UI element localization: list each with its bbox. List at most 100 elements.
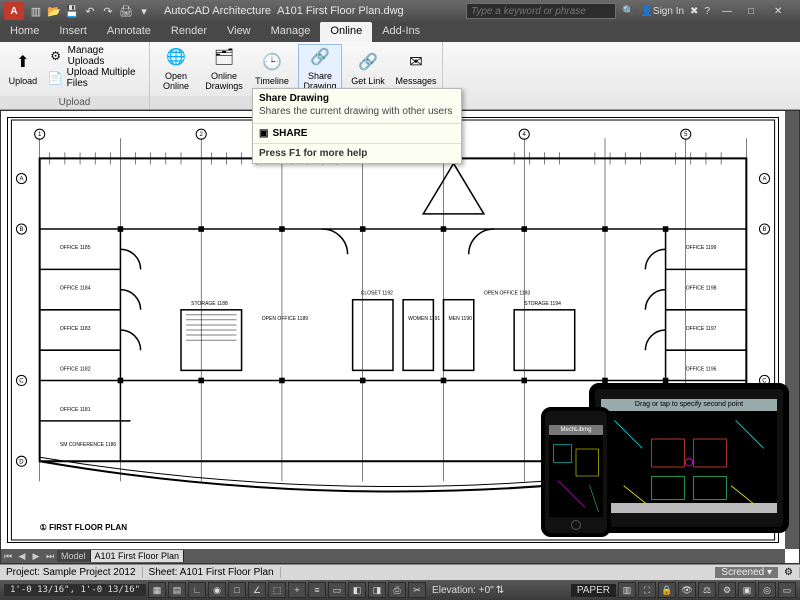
model-tab[interactable]: Model — [57, 550, 91, 562]
globe-icon: 🌐 — [164, 45, 188, 69]
tab-first-icon[interactable]: ⏮ — [1, 551, 15, 562]
status-maximize-icon[interactable]: ⛶ — [638, 582, 656, 598]
am-toggle[interactable]: ◨ — [368, 582, 386, 598]
svg-text:OPEN OFFICE 1189: OPEN OFFICE 1189 — [262, 316, 309, 322]
layout-tab[interactable]: A101 First Floor Plan — [91, 550, 185, 562]
status-annoscale-icon[interactable]: 👁 — [678, 582, 696, 598]
status-scale-icon[interactable]: ⚖ — [698, 582, 716, 598]
elevation-stepper[interactable]: ⇅ — [496, 585, 504, 596]
close-button[interactable]: ✕ — [774, 6, 794, 17]
phone-title: MechLibmg — [549, 425, 603, 435]
open-online-button[interactable]: 🌐Open Online — [154, 44, 198, 92]
help-icon[interactable]: ? — [704, 6, 710, 17]
grid-toggle[interactable]: ▤ — [168, 582, 186, 598]
tab-manage[interactable]: Manage — [261, 22, 321, 42]
drawing-canvas[interactable]: 1 2 3 4 5 — [0, 110, 800, 564]
polar-toggle[interactable]: ◉ — [208, 582, 226, 598]
svg-text:C: C — [19, 378, 24, 384]
share-drawing-button[interactable]: 🔗Share Drawing — [298, 44, 342, 92]
qat-new-icon[interactable]: ▥ — [28, 3, 44, 19]
svg-text:WOMEN 1191: WOMEN 1191 — [408, 316, 440, 322]
ortho-toggle[interactable]: ∟ — [188, 582, 206, 598]
svg-text:OFFICE 1185: OFFICE 1185 — [60, 245, 91, 251]
lwt-toggle[interactable]: ≡ — [308, 582, 326, 598]
screened-indicator[interactable]: Screened ▾ — [715, 567, 778, 578]
qat-open-icon[interactable]: 📂 — [46, 3, 62, 19]
status-hardware-icon[interactable]: ▣ — [738, 582, 756, 598]
tab-last-icon[interactable]: ⏭ — [43, 551, 57, 562]
otrack-toggle[interactable]: ∠ — [248, 582, 266, 598]
signin-button[interactable]: 👤 Sign In — [640, 6, 684, 17]
svg-text:STORAGE 1188: STORAGE 1188 — [191, 301, 228, 307]
osnap-toggle[interactable]: □ — [228, 582, 246, 598]
tab-online[interactable]: Online — [320, 22, 372, 42]
horizontal-scrollbar[interactable]: ⏮ ◀ ▶ ⏭ Model A101 First Floor Plan — [1, 549, 785, 563]
svg-text:OPEN OFFICE 1193: OPEN OFFICE 1193 — [484, 291, 531, 297]
dyn-toggle[interactable]: + — [288, 582, 306, 598]
qat-more-icon[interactable]: ▾ — [136, 3, 152, 19]
online-drawings-button[interactable]: 🗂Online Drawings — [202, 44, 246, 92]
status-extra-icon[interactable]: ⚙ — [778, 567, 800, 578]
svg-text:D: D — [19, 459, 24, 465]
qat-save-icon[interactable]: 💾 — [64, 3, 80, 19]
qat-redo-icon[interactable]: ↷ — [100, 3, 116, 19]
help-search-input[interactable] — [466, 3, 616, 19]
tooltip-command: ▣SHARE — [253, 124, 461, 143]
tab-prev-icon[interactable]: ◀ — [15, 551, 29, 562]
tooltip-title: Share Drawing — [253, 89, 461, 104]
cut-plane-toggle[interactable]: ✂ — [408, 582, 426, 598]
app-logo[interactable]: A — [4, 2, 24, 20]
messages-button[interactable]: ✉Messages — [394, 44, 438, 92]
svg-text:OFFICE 1198: OFFICE 1198 — [686, 286, 717, 292]
ribbon-tabs: Home Insert Annotate Render View Manage … — [0, 22, 800, 42]
svg-text:OFFICE 1184: OFFICE 1184 — [60, 286, 91, 292]
status-lock-icon[interactable]: 🔒 — [658, 582, 676, 598]
minimize-button[interactable]: — — [722, 6, 742, 17]
tab-next-icon[interactable]: ▶ — [29, 551, 43, 562]
svg-text:OFFICE 1196: OFFICE 1196 — [686, 366, 717, 372]
manage-uploads-button[interactable]: ⚙ Manage Uploads — [46, 46, 145, 66]
maximize-button[interactable]: □ — [748, 6, 768, 17]
tab-render[interactable]: Render — [161, 22, 217, 42]
gear-icon: ⚙ — [48, 48, 64, 64]
svg-text:OFFICE 1199: OFFICE 1199 — [686, 245, 717, 251]
qat-print-icon[interactable]: 🖨 — [118, 3, 134, 19]
qp-toggle[interactable]: ▭ — [328, 582, 346, 598]
coordinates-readout: 1'-0 13/16", 1'-0 13/16" — [4, 584, 146, 596]
svg-text:CLOSET 1192: CLOSET 1192 — [361, 291, 393, 297]
status-workspace-icon[interactable]: ⚙ — [718, 582, 736, 598]
sc-toggle[interactable]: ◧ — [348, 582, 366, 598]
svg-text:A: A — [762, 177, 767, 183]
tab-home[interactable]: Home — [0, 22, 49, 42]
upload-multiple-button[interactable]: 📄 Upload Multiple Files — [46, 68, 145, 88]
status-isolate-icon[interactable]: ◎ — [758, 582, 776, 598]
ducs-toggle[interactable]: ⬚ — [268, 582, 286, 598]
svg-text:OFFICE 1197: OFFICE 1197 — [686, 326, 717, 332]
get-link-button[interactable]: 🔗Get Link — [346, 44, 390, 92]
tab-insert[interactable]: Insert — [49, 22, 97, 42]
sheet-cell: Sheet: A101 First Floor Plan — [143, 567, 281, 578]
tab-view[interactable]: View — [217, 22, 261, 42]
status-layout-icon[interactable]: ▥ — [618, 582, 636, 598]
tab-addins[interactable]: Add-Ins — [372, 22, 430, 42]
tooltip-share-drawing: Share Drawing Shares the current drawing… — [252, 88, 462, 164]
phone-mockup: MechLibmg — [541, 407, 611, 537]
title-bar: A ▥ 📂 💾 ↶ ↷ 🖨 ▾ AutoCAD Architecture A10… — [0, 0, 800, 22]
svg-text:B: B — [19, 227, 23, 233]
timeline-button[interactable]: 🕒Timeline — [250, 44, 294, 92]
svg-text:OFFICE 1183: OFFICE 1183 — [60, 326, 91, 332]
tr-toggle[interactable]: ⎙ — [388, 582, 406, 598]
upload-icon: ⬆ — [11, 50, 35, 74]
svg-text:A: A — [19, 177, 24, 183]
status-clean-icon[interactable]: ▭ — [778, 582, 796, 598]
share-icon: 🔗 — [308, 45, 332, 69]
svg-text:2: 2 — [200, 132, 204, 138]
qat-undo-icon[interactable]: ↶ — [82, 3, 98, 19]
tab-annotate[interactable]: Annotate — [97, 22, 161, 42]
paper-model-toggle[interactable]: PAPER — [571, 584, 616, 597]
window-title: AutoCAD Architecture A101 First Floor Pl… — [164, 5, 404, 17]
upload-button[interactable]: ⬆ Upload — [4, 44, 42, 92]
search-icon[interactable]: 🔍 — [622, 6, 634, 17]
snap-toggle[interactable]: ▦ — [148, 582, 166, 598]
exchange-icon[interactable]: ✖ — [690, 6, 698, 17]
